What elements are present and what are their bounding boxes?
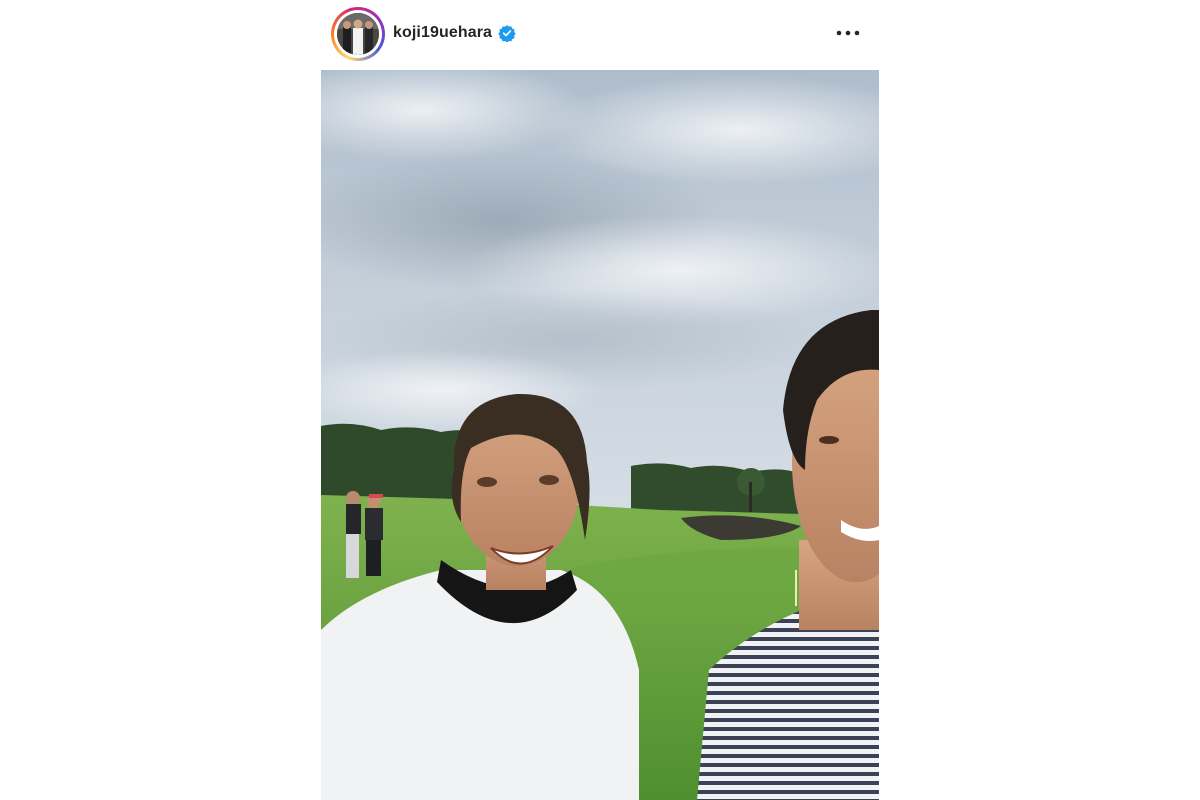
post-photo-image (321, 70, 879, 800)
avatar[interactable] (337, 13, 379, 55)
post-photo[interactable] (321, 70, 879, 800)
more-options-button[interactable] (835, 22, 861, 44)
story-ring[interactable] (331, 7, 385, 61)
username[interactable]: koji19uehara (393, 24, 492, 42)
more-options-icon (836, 30, 860, 36)
instagram-post: koji19uehara (321, 0, 879, 800)
verified-badge-icon (498, 25, 516, 42)
username-row: koji19uehara (393, 21, 516, 45)
avatar-image (337, 13, 379, 55)
post-header: koji19uehara (321, 0, 879, 70)
